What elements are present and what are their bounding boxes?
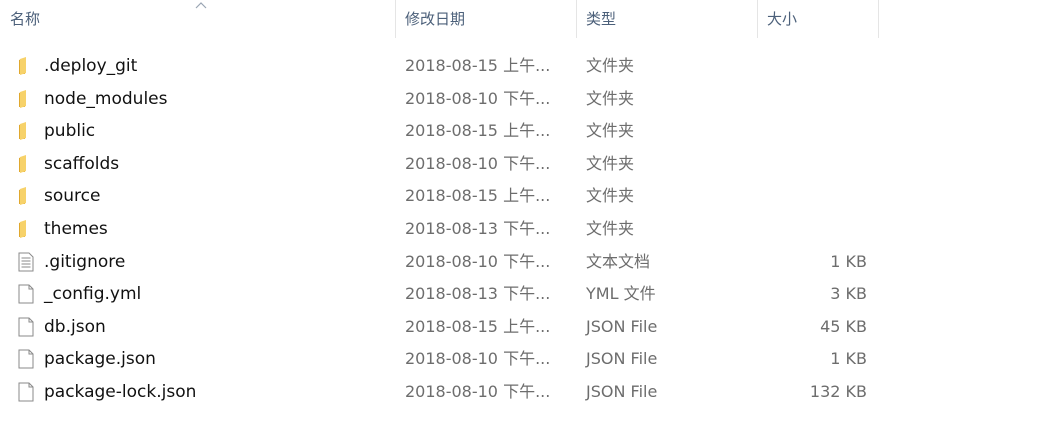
file-date-modified: 2018-08-13 下午... — [405, 284, 551, 304]
file-name: public — [44, 121, 96, 142]
file-row[interactable]: source 2018-08-15 上午... 文件夹 — [0, 180, 1045, 213]
file-type: 文本文档 — [586, 251, 651, 271]
file-date-modified: 2018-08-10 下午... — [405, 349, 551, 369]
file-type: 文件夹 — [586, 88, 635, 108]
file-type: YML 文件 — [586, 284, 656, 304]
file-name: package-lock.json — [44, 381, 197, 402]
file-date-modified: 2018-08-10 下午... — [405, 381, 551, 401]
file-size: 1 KB — [830, 349, 867, 369]
file-type: 文件夹 — [586, 218, 635, 238]
file-name: scaffolds — [44, 153, 120, 174]
file-size: 45 KB — [820, 316, 867, 336]
file-row[interactable]: db.json 2018-08-15 上午... JSON File 45 KB — [0, 311, 1045, 344]
file-explorer: 名称 修改日期 类型 大小 .deploy_git 2018-08-15 上午..… — [0, 0, 1045, 445]
file-type: 文件夹 — [586, 121, 635, 141]
file-name: db.json — [44, 316, 106, 337]
folder-icon — [17, 219, 35, 239]
folder-icon — [17, 89, 35, 109]
file-row[interactable]: node_modules 2018-08-10 下午... 文件夹 — [0, 83, 1045, 116]
file-row[interactable]: .deploy_git 2018-08-15 上午... 文件夹 — [0, 50, 1045, 83]
file-type: 文件夹 — [586, 186, 635, 206]
file-name: .deploy_git — [44, 56, 138, 76]
file-row[interactable]: themes 2018-08-13 下午... 文件夹 — [0, 213, 1045, 246]
file-name: package.json — [44, 349, 156, 370]
file-name: _config.yml — [44, 284, 142, 305]
file-icon — [17, 349, 35, 369]
file-date-modified: 2018-08-10 下午... — [405, 251, 551, 271]
file-type: JSON File — [586, 349, 658, 369]
file-name: .gitignore — [44, 251, 126, 272]
folder-icon — [17, 121, 35, 141]
file-size: 1 KB — [830, 251, 867, 271]
folder-icon — [17, 186, 35, 206]
file-type: 文件夹 — [586, 56, 635, 75]
file-row[interactable]: package.json 2018-08-10 下午... JSON File 1 K… — [0, 343, 1045, 376]
file-date-modified: 2018-08-15 上午... — [405, 316, 551, 336]
file-date-modified: 2018-08-15 上午... — [405, 56, 551, 75]
file-name: node_modules — [44, 88, 168, 109]
file-row[interactable]: _config.yml 2018-08-13 下午... YML 文件 3 KB — [0, 278, 1045, 311]
folder-icon — [17, 154, 35, 174]
file-size: 132 KB — [809, 381, 867, 401]
file-row[interactable]: .gitignore 2018-08-10 下午... 文本文档 1 KB — [0, 246, 1045, 279]
file-type: JSON File — [586, 381, 658, 401]
column-header-bar: 名称 修改日期 类型 大小 — [0, 0, 1045, 38]
file-row[interactable]: scaffolds 2018-08-10 下午... 文件夹 — [0, 148, 1045, 181]
file-list: .deploy_git 2018-08-15 上午... 文件夹 node_modul… — [0, 50, 1045, 409]
file-size: 3 KB — [830, 284, 867, 304]
column-header-type[interactable]: 类型 — [578, 0, 758, 38]
column-header-size[interactable]: 大小 — [759, 0, 879, 38]
file-date-modified: 2018-08-10 下午... — [405, 153, 551, 173]
sort-ascending-icon — [195, 2, 207, 9]
file-type: JSON File — [586, 316, 658, 336]
file-date-modified: 2018-08-15 上午... — [405, 186, 551, 206]
file-date-modified: 2018-08-13 下午... — [405, 218, 551, 238]
file-icon — [17, 317, 35, 337]
column-header-date[interactable]: 修改日期 — [397, 0, 577, 38]
file-name: themes — [44, 218, 108, 239]
file-date-modified: 2018-08-10 下午... — [405, 88, 551, 108]
file-type: 文件夹 — [586, 153, 635, 173]
folder-icon — [17, 56, 35, 76]
file-name: source — [44, 186, 101, 207]
file-row[interactable]: public 2018-08-15 上午... 文件夹 — [0, 115, 1045, 148]
file-icon — [17, 382, 35, 402]
file-row[interactable]: package-lock.json 2018-08-10 下午... JSON Fi… — [0, 376, 1045, 409]
text-document-icon — [17, 252, 35, 272]
file-date-modified: 2018-08-15 上午... — [405, 121, 551, 141]
file-icon — [17, 284, 35, 304]
